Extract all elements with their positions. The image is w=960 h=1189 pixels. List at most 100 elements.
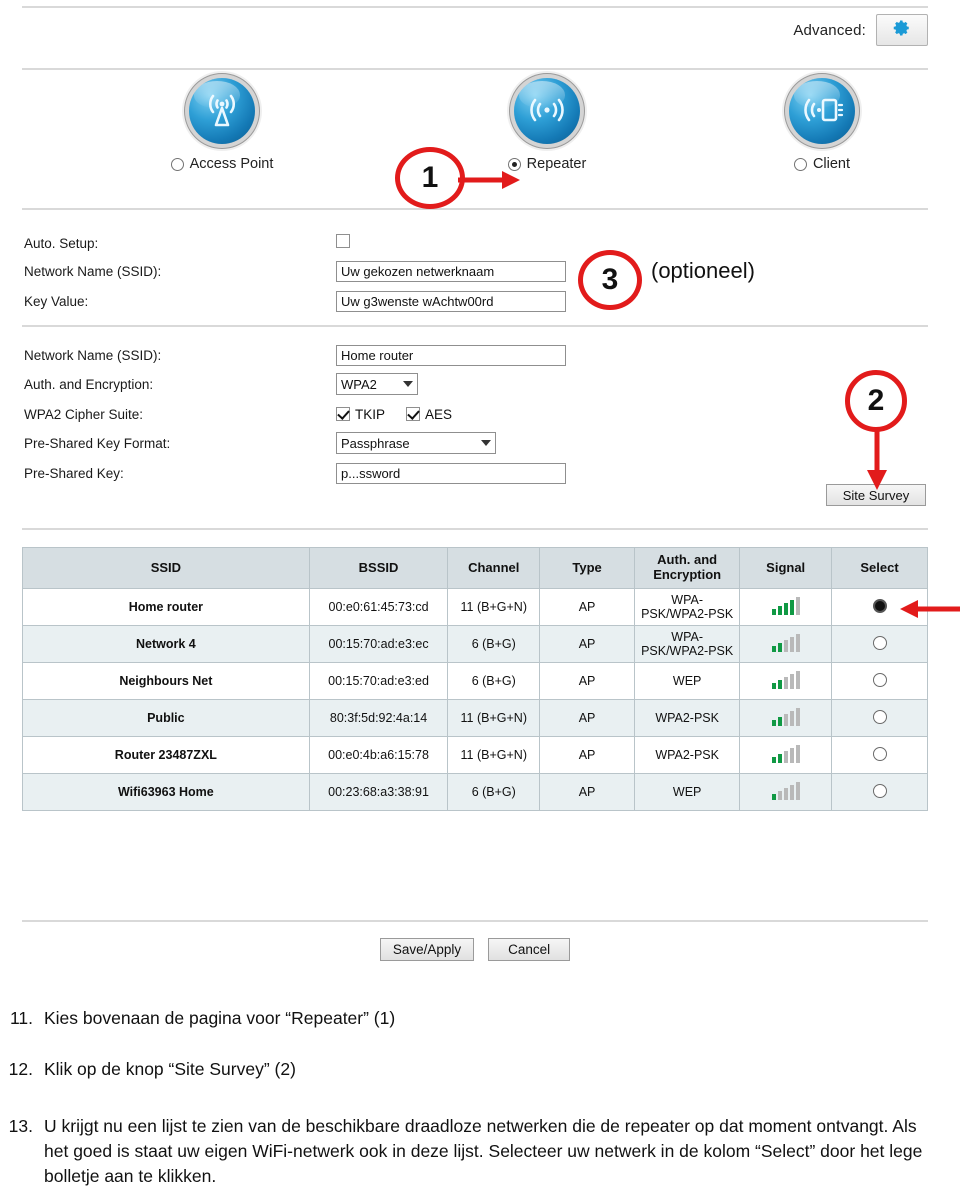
instruction-item-13: 13. U krijgt nu een lijst te zien van de… bbox=[0, 1114, 935, 1189]
table-row[interactable]: Neighbours Net 00:15:70:ad:e3:ed 6 (B+G)… bbox=[22, 662, 928, 700]
annotation-arrow-3 bbox=[900, 600, 960, 618]
cell-channel: 11 (B+G+N) bbox=[447, 736, 541, 774]
gear-icon bbox=[893, 19, 911, 42]
field-row-psk: Pre-Shared Key: bbox=[22, 462, 928, 484]
cell-select[interactable] bbox=[831, 736, 928, 774]
form-actions: Save/Apply Cancel bbox=[22, 938, 928, 961]
cell-select[interactable] bbox=[831, 699, 928, 737]
select-radio[interactable] bbox=[872, 709, 887, 724]
mode-radio-row-client[interactable]: Client bbox=[732, 156, 912, 172]
ssid-top-input[interactable] bbox=[336, 260, 566, 282]
signal-bars-icon bbox=[771, 707, 800, 726]
router-config-panel: Advanced: Access Point Repeater Client A… bbox=[22, 0, 928, 985]
cell-type: AP bbox=[539, 773, 635, 811]
advanced-settings-button[interactable] bbox=[876, 14, 928, 46]
divider-under-modes bbox=[22, 208, 928, 210]
auto-setup-checkbox[interactable] bbox=[336, 233, 350, 248]
mode-label-repeater: Repeater bbox=[526, 156, 587, 172]
auth-encryption-select[interactable]: WPA2 bbox=[336, 373, 418, 395]
cell-auth: WPA-PSK/WPA2-PSK bbox=[633, 625, 741, 663]
cell-ssid: Network 4 bbox=[22, 625, 310, 663]
cell-ssid: Home router bbox=[22, 588, 310, 626]
divider-above-actions bbox=[22, 920, 928, 922]
field-row-ssid-top: Network Name (SSID): bbox=[22, 260, 928, 282]
site-survey-table: SSID BSSID Channel Type Auth. and Encryp… bbox=[22, 547, 928, 811]
cell-auth: WEP bbox=[633, 773, 741, 811]
cell-select[interactable] bbox=[831, 625, 928, 663]
advanced-label: Advanced: bbox=[793, 21, 866, 39]
annotation-arrow-2 bbox=[867, 428, 887, 490]
table-row[interactable]: Network 4 00:15:70:ad:e3:ec 6 (B+G) AP W… bbox=[22, 625, 928, 663]
wifi-client-device-icon bbox=[789, 78, 855, 144]
cell-channel: 11 (B+G+N) bbox=[447, 588, 541, 626]
auth-encryption-label: Auth. and Encryption: bbox=[24, 376, 154, 392]
mode-radio-row-access-point[interactable]: Access Point bbox=[132, 156, 312, 172]
key-value-input[interactable] bbox=[336, 290, 566, 312]
mode-option-access-point[interactable]: Access Point bbox=[132, 78, 312, 172]
psk-format-label: Pre-Shared Key Format: bbox=[24, 435, 171, 451]
th-auth-line2: Encryption bbox=[653, 567, 722, 582]
cell-select[interactable] bbox=[831, 773, 928, 811]
ssid-top-label: Network Name (SSID): bbox=[24, 263, 162, 279]
psk-label: Pre-Shared Key: bbox=[24, 465, 124, 481]
psk-format-value: Passphrase bbox=[341, 435, 410, 451]
instruction-item-11: 11. Kies bovenaan de pagina voor “Repeat… bbox=[0, 1006, 900, 1031]
cell-signal bbox=[739, 773, 833, 811]
cell-type: AP bbox=[539, 736, 635, 774]
select-radio[interactable] bbox=[872, 635, 887, 650]
ssid-bottom-label: Network Name (SSID): bbox=[24, 347, 162, 363]
select-radio[interactable] bbox=[872, 598, 887, 613]
table-row[interactable]: Wifi63963 Home 00:23:68:a3:38:91 6 (B+G)… bbox=[22, 773, 928, 811]
radio-client[interactable] bbox=[793, 157, 807, 171]
tkip-checkbox[interactable] bbox=[336, 407, 350, 421]
instruction-text-11: Kies bovenaan de pagina voor “Repeater” … bbox=[44, 1008, 396, 1028]
annotation-circle-3: 3 bbox=[578, 250, 642, 310]
cipher-suite-options: TKIP AES bbox=[336, 407, 452, 422]
select-radio[interactable] bbox=[872, 672, 887, 687]
cell-channel: 11 (B+G+N) bbox=[447, 699, 541, 737]
cell-bssid: 00:15:70:ad:e3:ec bbox=[308, 625, 449, 663]
psk-input[interactable] bbox=[336, 462, 566, 484]
cell-auth: WPA2-PSK bbox=[633, 699, 741, 737]
auto-setup-label: Auto. Setup: bbox=[24, 235, 99, 251]
cell-type: AP bbox=[539, 625, 635, 663]
cell-signal bbox=[739, 625, 833, 663]
mode-label-access-point: Access Point bbox=[189, 156, 274, 172]
cancel-button[interactable]: Cancel bbox=[488, 938, 571, 961]
annotation-arrow-1 bbox=[458, 171, 520, 189]
radio-access-point[interactable] bbox=[170, 157, 184, 171]
cell-auth: WPA-PSK/WPA2-PSK bbox=[633, 588, 741, 626]
divider-above-table bbox=[22, 528, 928, 530]
field-row-auto-setup: Auto. Setup: bbox=[22, 232, 928, 254]
aes-checkbox[interactable] bbox=[406, 407, 421, 421]
cell-channel: 6 (B+G) bbox=[447, 773, 541, 811]
select-radio[interactable] bbox=[872, 746, 887, 761]
mode-option-client[interactable]: Client bbox=[732, 78, 912, 172]
psk-format-select[interactable]: Passphrase bbox=[336, 432, 496, 454]
cell-channel: 6 (B+G) bbox=[447, 625, 541, 663]
signal-bars-icon bbox=[771, 670, 800, 689]
signal-bars-icon bbox=[771, 744, 800, 763]
table-row[interactable]: Public 80:3f:5d:92:4a:14 11 (B+G+N) AP W… bbox=[22, 699, 928, 737]
table-row[interactable]: Home router 00:e0:61:45:73:cd 11 (B+G+N)… bbox=[22, 588, 928, 626]
cell-ssid: Neighbours Net bbox=[22, 662, 310, 700]
mode-option-repeater[interactable]: Repeater bbox=[457, 78, 637, 172]
cell-bssid: 00:e0:4b:a6:15:78 bbox=[308, 736, 449, 774]
chevron-down-icon-2 bbox=[481, 440, 491, 446]
field-row-key-value: Key Value: bbox=[22, 290, 928, 312]
th-auth-encryption: Auth. and Encryption bbox=[633, 547, 741, 589]
ssid-bottom-input[interactable] bbox=[336, 344, 566, 366]
th-signal: Signal bbox=[739, 547, 833, 589]
table-row[interactable]: Router 23487ZXL 00:e0:4b:a6:15:78 11 (B+… bbox=[22, 736, 928, 774]
cell-select[interactable] bbox=[831, 662, 928, 700]
divider-top bbox=[22, 6, 928, 8]
th-ssid: SSID bbox=[22, 547, 310, 589]
instruction-number-13: 13. bbox=[8, 1116, 33, 1136]
wifi-broadcast-icon bbox=[189, 78, 255, 144]
cell-signal bbox=[739, 699, 833, 737]
select-radio[interactable] bbox=[872, 783, 887, 798]
save-apply-button[interactable]: Save/Apply bbox=[379, 938, 475, 961]
signal-bars-icon bbox=[771, 781, 800, 800]
signal-bars-icon bbox=[771, 633, 800, 652]
th-type: Type bbox=[539, 547, 635, 589]
